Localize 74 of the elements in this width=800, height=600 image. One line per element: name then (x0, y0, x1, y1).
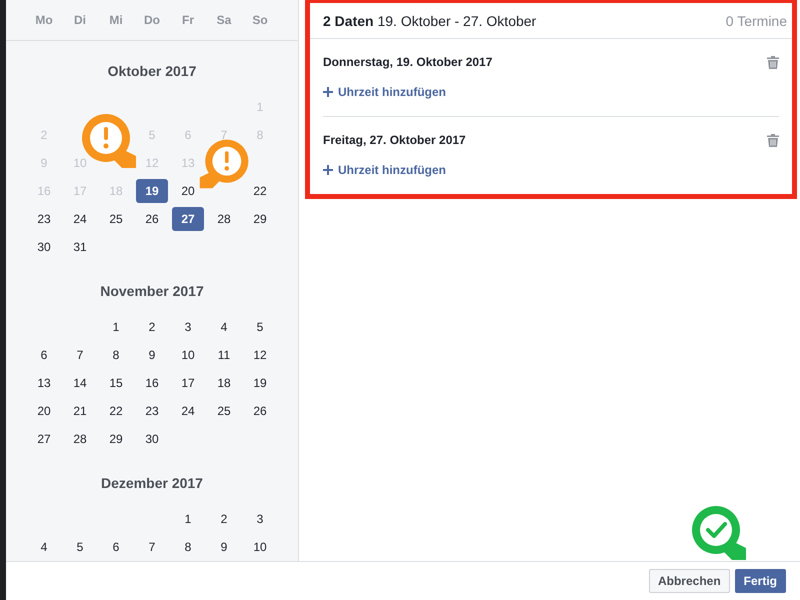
calendar-day[interactable]: 25 (109, 207, 123, 231)
trash-icon[interactable] (767, 55, 779, 69)
calendar-day[interactable]: 3 (256, 507, 264, 531)
calendar-day[interactable]: 23 (37, 207, 51, 231)
calendar-day[interactable]: 22 (253, 179, 267, 203)
calendar-day[interactable]: 15 (109, 371, 123, 395)
calendar-day[interactable]: 28 (73, 427, 87, 451)
calendar-day[interactable]: 19 (136, 179, 168, 203)
calendar-day[interactable]: 7 (76, 343, 84, 367)
add-time-link[interactable]: Uhrzeit hinzufügen (323, 85, 446, 99)
calendar-day[interactable]: 2 (148, 315, 156, 339)
calendar-day[interactable]: 5 (76, 535, 84, 559)
date-label: Freitag, 27. Oktober 2017 (323, 133, 466, 147)
calendar-day[interactable]: 18 (217, 371, 231, 395)
weekday-label: Fr (181, 13, 195, 27)
calendar-day[interactable]: 13 (37, 371, 51, 395)
calendar-day[interactable]: 14 (73, 371, 87, 395)
calendar-day[interactable]: 26 (253, 399, 267, 423)
calendar-day[interactable]: 9 (148, 343, 156, 367)
calendar-day[interactable]: 4 (220, 315, 228, 339)
month-title: Oktober 2017 (106, 62, 198, 81)
calendar-day[interactable]: 1 (112, 315, 120, 339)
calendar-day[interactable]: 28 (217, 207, 231, 231)
add-time-link[interactable]: Uhrzeit hinzufügen (323, 163, 446, 177)
plus-icon (323, 165, 333, 175)
calendar-day[interactable]: 27 (37, 427, 51, 451)
calendar-day[interactable]: 6 (40, 343, 48, 367)
weekday-label: Mi (108, 13, 124, 27)
calendar-day[interactable]: 24 (181, 399, 195, 423)
calendar-day[interactable]: 23 (145, 399, 159, 423)
weekday-label: Sa (216, 13, 232, 27)
weekday-label: Di (73, 13, 87, 27)
calendar-day[interactable]: 29 (109, 427, 123, 451)
calendar-day[interactable]: 2 (220, 507, 228, 531)
calendar-day[interactable]: 20 (37, 399, 51, 423)
calendar-day[interactable]: 7 (148, 535, 156, 559)
date-label: Donnerstag, 19. Oktober 2017 (323, 55, 492, 69)
calendar-day[interactable]: 30 (37, 235, 51, 259)
calendar-day[interactable]: 3 (184, 315, 192, 339)
month-title: November 2017 (99, 282, 205, 301)
calendar-day[interactable]: 17 (181, 371, 195, 395)
weekday-label: So (251, 13, 269, 27)
calendar-day[interactable]: 10 (253, 535, 267, 559)
calendar-day[interactable]: 19 (253, 371, 267, 395)
calendar-day[interactable]: 25 (217, 399, 231, 423)
calendar-day[interactable]: 8 (112, 343, 120, 367)
calendar-day[interactable]: 26 (145, 207, 159, 231)
calendar-day[interactable]: 29 (253, 207, 267, 231)
cancel-button[interactable]: Abbrechen (648, 569, 730, 593)
calendar-day[interactable]: 24 (73, 207, 87, 231)
calendar-day[interactable]: 10 (181, 343, 195, 367)
calendar-day[interactable]: 16 (145, 371, 159, 395)
weekday-label: Mo (34, 13, 54, 27)
calendar-day[interactable]: 20 (181, 179, 195, 203)
calendar-day[interactable]: 11 (218, 343, 230, 367)
done-button[interactable]: Fertig (734, 569, 786, 593)
calendar-day[interactable]: 8 (184, 535, 192, 559)
appointment-count: 0 Termine (726, 12, 787, 28)
plus-icon (323, 87, 333, 97)
calendar-day[interactable]: 27 (172, 207, 204, 231)
weekday-label: Do (143, 13, 161, 27)
calendar-day[interactable]: 5 (256, 315, 264, 339)
calendar-day[interactable]: 9 (220, 535, 228, 559)
trash-icon[interactable] (767, 133, 779, 147)
calendar-day[interactable]: 21 (73, 399, 87, 423)
calendar-day[interactable]: 30 (145, 427, 159, 451)
calendar-day[interactable]: 6 (112, 535, 120, 559)
calendar-day[interactable]: 31 (73, 235, 87, 259)
calendar-day[interactable]: 12 (253, 343, 267, 367)
month-title: Dezember 2017 (100, 474, 204, 493)
calendar-day[interactable]: 22 (109, 399, 123, 423)
calendar-day[interactable]: 1 (184, 507, 192, 531)
calendar-day[interactable]: 4 (40, 535, 48, 559)
dates-summary: 2 Daten 19. Oktober - 27. Oktober (323, 12, 536, 28)
